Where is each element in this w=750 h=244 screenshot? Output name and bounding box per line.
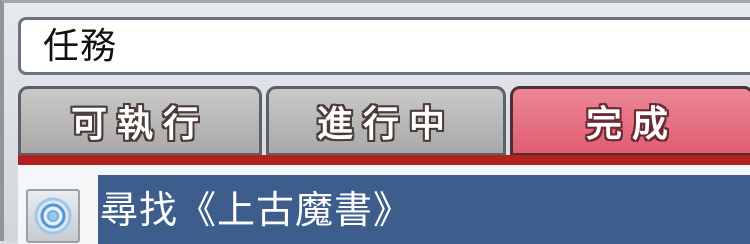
- quest-list-item[interactable]: 尋找《上古魔書》: [18, 175, 750, 244]
- quest-tabs: 可執行 進行中 完成: [18, 86, 750, 156]
- quest-target-icon: [26, 189, 80, 243]
- quest-list: 尋找《上古魔書》: [18, 165, 750, 244]
- quest-window: 任務 可執行 進行中 完成 尋找《上古魔書》: [0, 0, 750, 244]
- window-title-bar[interactable]: 任務: [18, 17, 750, 75]
- tab-available[interactable]: 可執行: [18, 86, 262, 156]
- tab-completed[interactable]: 完成: [510, 86, 750, 156]
- window-title: 任務: [43, 26, 118, 67]
- tab-in-progress[interactable]: 進行中: [266, 86, 506, 156]
- tab-completed-label: 完成: [585, 104, 678, 145]
- tab-available-label: 可執行: [70, 104, 209, 145]
- tab-underline: [18, 155, 750, 165]
- tab-in-progress-label: 進行中: [316, 104, 455, 145]
- quest-name: 尋找《上古魔書》: [100, 188, 413, 232]
